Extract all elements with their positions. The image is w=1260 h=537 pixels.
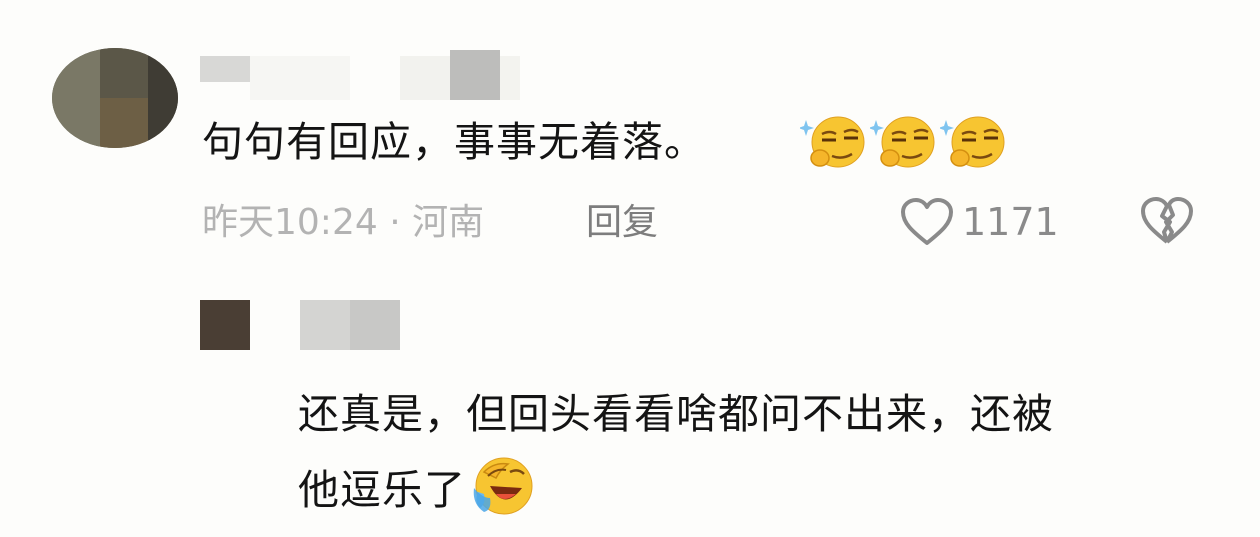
like-button[interactable]: 1171 xyxy=(900,197,1059,247)
redaction-block xyxy=(450,50,500,100)
reply-text: 还真是，但回头看看啥都问不出来，还被 他逗乐了 xyxy=(298,376,1218,528)
dislike-button[interactable] xyxy=(1140,196,1194,250)
reply-button[interactable]: 回复 xyxy=(586,199,658,247)
reply-text-line: 还真是，但回头看看啥都问不出来，还被 xyxy=(298,390,1054,438)
commenter-avatar[interactable] xyxy=(52,48,178,148)
like-count: 1171 xyxy=(962,200,1059,244)
smug-face-icon xyxy=(800,116,865,168)
smug-face-icon xyxy=(940,116,1005,168)
reply-text-tail: 他逗乐了 xyxy=(298,466,466,514)
redaction-block xyxy=(500,56,520,100)
broken-heart-icon xyxy=(1141,197,1193,244)
redaction-block xyxy=(350,300,400,350)
comment-text: 句句有回应，事事无着落。 xyxy=(202,118,706,166)
smug-face-icon xyxy=(870,116,935,168)
redaction-block xyxy=(250,56,350,100)
comment-time-location: 昨天10:24 · 河南 xyxy=(202,202,485,243)
comment-emoji-row xyxy=(800,110,1006,174)
heart-icon xyxy=(901,198,953,245)
reply-text-line-2: 他逗乐了 xyxy=(298,452,1218,528)
redaction-block xyxy=(300,300,350,350)
replier-avatar[interactable] xyxy=(200,300,250,350)
laugh-cry-face-icon xyxy=(473,457,533,515)
redaction-block xyxy=(400,56,450,100)
redaction-block xyxy=(200,56,250,82)
